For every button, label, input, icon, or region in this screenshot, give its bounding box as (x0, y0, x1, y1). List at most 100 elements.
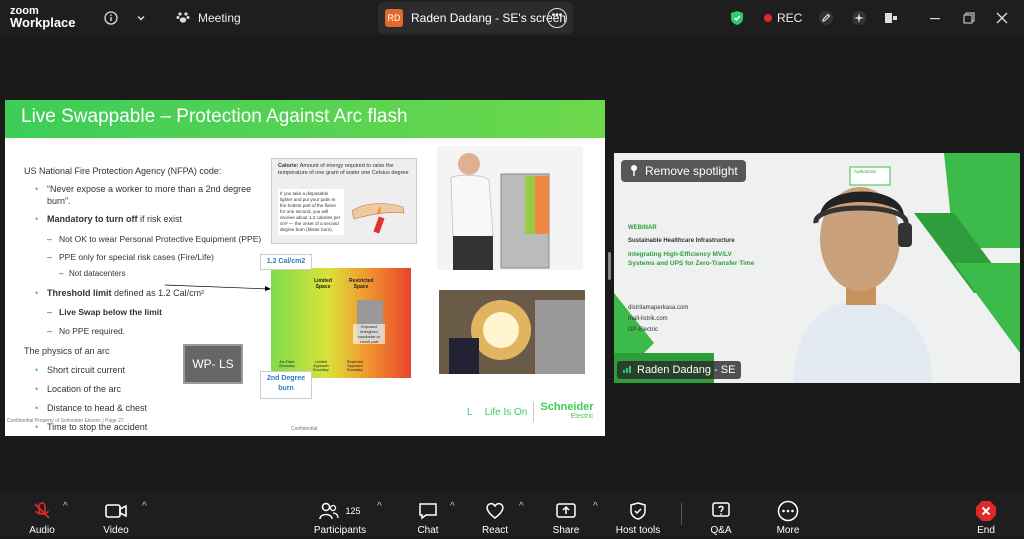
slide-dash: – (47, 307, 52, 317)
bg-headline1: Integrating High-Efficiency MV/LV (628, 251, 732, 258)
chat-icon (418, 500, 438, 522)
end-button[interactable]: End (966, 491, 1006, 539)
participants-button[interactable]: 125 Participants (310, 491, 370, 539)
signal-icon (623, 364, 633, 376)
close-icon[interactable] (996, 0, 1008, 36)
more-options-icon[interactable]: ••• (547, 8, 567, 28)
wp-ls-button[interactable]: WP- LS (183, 344, 243, 384)
label-1-2-cal: 1.2 Cal/cm2 (260, 254, 312, 270)
split-view-handle[interactable] (608, 252, 611, 280)
react-label: React (481, 525, 509, 536)
exposed-text: Exposed energized conductor or circuit p… (353, 324, 385, 344)
slide-bullet: • (35, 214, 39, 224)
meeting-toolbar: Audio ^ Video ^ 125 Participants ^ Chat … (0, 491, 1024, 536)
pin-icon (629, 164, 639, 179)
paw-icon (176, 10, 190, 27)
slide-dash: – (47, 234, 52, 244)
shield-icon[interactable] (730, 0, 744, 36)
participants-count: 125 (345, 506, 361, 516)
mandatory-bold: Mandatory (47, 214, 93, 224)
turn-off-bold: to turn off (95, 214, 138, 224)
boundary-label: Restricted Approach Boundary (346, 360, 364, 372)
video-options-chevron-icon[interactable]: ^ (142, 501, 147, 512)
slide-bullet: • (35, 288, 39, 298)
rec-dot-icon (764, 14, 772, 22)
calorie-bold: Calorie: (278, 163, 299, 169)
chevron-down-icon[interactable] (136, 0, 146, 36)
ai-companion-icon[interactable] (851, 0, 867, 36)
view-layout-icon[interactable] (884, 0, 898, 36)
app-logo: zoom Workplace (10, 5, 76, 29)
slide-title: Live Swappable – Protection Against Arc … (21, 106, 408, 127)
react-button[interactable]: React (475, 491, 515, 539)
chat-button[interactable]: Chat (408, 491, 448, 539)
brand-sub: Electric (570, 413, 594, 420)
shared-screen-title: Raden Dadang - SE's screen (411, 11, 567, 25)
meeting-info-icon[interactable] (104, 0, 118, 36)
remove-spotlight-label: Remove spotlight (645, 164, 738, 178)
bg-webinar: WEBINAR (628, 225, 657, 231)
camera-icon (105, 500, 127, 522)
slide-text-ppe-only: PPE only for special risk cases (Fire/Li… (59, 252, 214, 262)
shield-host-icon (630, 500, 646, 522)
chat-chevron-icon[interactable]: ^ (450, 501, 455, 512)
share-label: Share (552, 525, 580, 536)
react-chevron-icon[interactable]: ^ (519, 501, 524, 512)
video-button[interactable]: Video (96, 491, 136, 539)
recording-indicator[interactable]: REC (764, 0, 802, 36)
boundary-label: Arc Flash Boundary (279, 360, 295, 368)
threshold-arrow (165, 284, 271, 291)
bg-headline2: Systems and UPS for Zero-Transfer Time (628, 260, 755, 267)
annotate-icon[interactable] (818, 0, 834, 36)
slide-dash: – (47, 252, 52, 262)
remove-spotlight-button[interactable]: Remove spotlight (621, 160, 746, 182)
rec-label: REC (777, 11, 803, 25)
slide-text-never-expose: “Never expose a worker to more than a 2n… (47, 184, 252, 194)
life-is-on: Life Is On (484, 406, 528, 418)
more-button[interactable]: More (768, 491, 808, 539)
bg-site3: DP-Electric (628, 327, 659, 333)
share-button[interactable]: Share (546, 491, 586, 539)
minimize-icon[interactable] (929, 0, 941, 36)
arc-flash-diagram: Limited Space Restricted Space Exposed e… (271, 268, 411, 378)
participant-name-tag: Raden Dadang - SE (617, 361, 742, 379)
slide-text-no-ppe: No PPE required. (59, 326, 126, 336)
participants-label: Participants (313, 525, 367, 536)
slide-text-mandatory: Mandatory to turn off if risk exist (47, 214, 182, 224)
zone-limited: Limited Space (314, 278, 332, 290)
ellipsis-icon (777, 500, 799, 522)
qa-button[interactable]: Q&A (701, 491, 741, 539)
meeting-tab[interactable]: Meeting (176, 0, 241, 36)
restore-icon[interactable] (963, 0, 975, 36)
audio-button[interactable]: Audio (22, 491, 62, 539)
share-chevron-icon[interactable]: ^ (593, 501, 598, 512)
bg-subtitle: Sustainable Healthcare Infrastructure (628, 238, 735, 244)
footer-mark: L (467, 406, 473, 418)
audio-options-chevron-icon[interactable]: ^ (63, 501, 68, 512)
mic-muted-icon (32, 500, 52, 522)
bg-site1: distritamaperkasa.com (628, 305, 689, 311)
arc-flash-photo (439, 290, 585, 374)
label-2nd-degree: 2nd Degree burn (260, 371, 312, 399)
slide-dash: – (59, 269, 64, 278)
slide-text-distance: Distance to head & chest (47, 403, 148, 413)
slide-text-location: Location of the arc (47, 384, 122, 394)
slide-footer-brand: L Life Is On Schneider Electric (467, 400, 594, 424)
slide-bullet: • (35, 365, 39, 375)
schneider-logo: Schneider Electric (540, 402, 594, 421)
slide-footer-property: Confidential Property of Schneider Elect… (7, 418, 124, 424)
calorie-body: If you take a disposable lighter and put… (278, 189, 344, 235)
spotlight-video[interactable]: WEBINAR Sustainable Healthcare Infrastru… (614, 153, 1020, 383)
host-tools-button[interactable]: Host tools (609, 491, 667, 539)
slide-dash: – (47, 326, 52, 336)
slide-header: Live Swappable – Protection Against Arc … (5, 100, 605, 138)
slide-bullet: • (35, 384, 39, 394)
participants-chevron-icon[interactable]: ^ (377, 501, 382, 512)
share-screen-icon (556, 500, 576, 522)
shared-screen-tab[interactable]: RD Raden Dadang - SE's screen ••• (378, 2, 573, 34)
bg-site2: mall-listrik.com (628, 316, 668, 322)
worker-photo (437, 146, 583, 270)
slide-text-not-datacenters: Not datacenters (69, 269, 126, 278)
calorie-title: Calorie: Amount of energy required to ra… (278, 163, 410, 177)
zone-restricted: Restricted Space (349, 278, 374, 290)
